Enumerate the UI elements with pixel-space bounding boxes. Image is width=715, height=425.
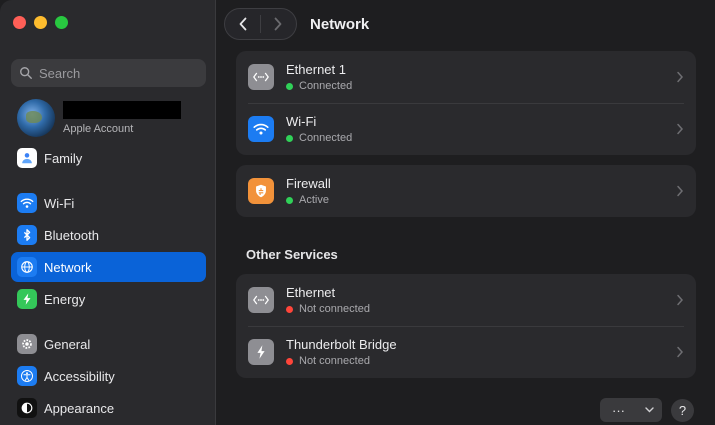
firewall-icon <box>248 178 274 204</box>
search-icon <box>20 67 32 79</box>
apple-account[interactable]: Apple Account <box>17 99 181 137</box>
sidebar-item-family[interactable]: Family <box>11 143 206 173</box>
appearance-icon <box>17 398 37 418</box>
sidebar: Search Apple Account Family Wi-Fi Blueto… <box>0 0 216 425</box>
status-dot <box>286 82 293 90</box>
help-button[interactable]: ? <box>671 399 694 422</box>
chevron-right-icon <box>275 17 282 31</box>
sidebar-item-label: Accessibility <box>44 368 115 384</box>
forward-button[interactable] <box>261 9 296 39</box>
page-title: Network <box>310 15 370 33</box>
chevron-left-icon <box>239 17 246 31</box>
globe-icon <box>17 257 37 277</box>
service-row-firewall[interactable]: Firewall Active <box>236 165 696 217</box>
account-subtitle: Apple Account <box>63 123 134 135</box>
search-field[interactable]: Search <box>11 59 206 87</box>
bluetooth-icon <box>17 225 37 245</box>
chevron-right-icon <box>677 123 684 135</box>
toolbar: Network <box>224 8 369 40</box>
sidebar-item-label: Network <box>44 259 92 275</box>
sidebar-item-label: Bluetooth <box>44 227 99 243</box>
service-status: Active <box>299 194 329 206</box>
close-button[interactable] <box>13 16 26 29</box>
service-name: Wi-Fi <box>286 114 317 129</box>
service-status: Connected <box>299 80 353 92</box>
thunderbolt-icon <box>248 339 274 365</box>
sidebar-item-label: Family <box>44 150 83 166</box>
chevron-right-icon <box>677 71 684 83</box>
window-controls <box>13 16 68 29</box>
service-name: Ethernet 1 <box>286 62 346 77</box>
back-button[interactable] <box>225 9 260 39</box>
chevron-right-icon <box>677 346 684 358</box>
sidebar-item-label: Wi-Fi <box>44 195 75 211</box>
accessibility-icon <box>17 366 37 386</box>
chevron-right-icon <box>677 185 684 197</box>
sidebar-item-accessibility[interactable]: Accessibility <box>11 361 206 391</box>
family-icon <box>17 148 37 168</box>
more-icon: ··· <box>612 402 625 418</box>
sidebar-item-wifi[interactable]: Wi-Fi <box>11 188 206 218</box>
wifi-icon <box>17 193 37 213</box>
ethernet-icon <box>248 64 274 90</box>
ethernet-icon <box>248 287 274 313</box>
service-status: Connected <box>299 132 353 144</box>
service-row-wifi[interactable]: Wi-Fi Connected <box>236 103 696 155</box>
other-services-card: Ethernet Not connected Thunderbolt Bridg… <box>236 274 696 378</box>
service-name: Thunderbolt Bridge <box>286 337 397 352</box>
sidebar-item-network[interactable]: Network <box>11 252 206 282</box>
avatar <box>17 99 55 137</box>
service-name: Ethernet <box>286 285 336 300</box>
zoom-button[interactable] <box>55 16 68 29</box>
sidebar-item-label: Energy <box>44 291 86 307</box>
more-actions-button[interactable]: ··· <box>600 398 662 422</box>
service-status: Not connected <box>299 355 370 367</box>
service-status: Not connected <box>299 303 370 315</box>
service-name: Firewall <box>286 176 331 191</box>
chevron-down-icon <box>645 407 654 413</box>
service-row-ethernet[interactable]: Ethernet Not connected <box>236 274 696 326</box>
sidebar-item-label: General <box>44 336 91 352</box>
section-title-other-services: Other Services <box>246 247 338 262</box>
minimize-button[interactable] <box>34 16 47 29</box>
navigation-buttons <box>224 8 297 40</box>
connections-card: Ethernet 1 Connected Wi-Fi Connected <box>236 51 696 155</box>
gear-icon <box>17 334 37 354</box>
sidebar-item-bluetooth[interactable]: Bluetooth <box>11 220 206 250</box>
settings-window: Search Apple Account Family Wi-Fi Blueto… <box>0 0 715 425</box>
bolt-icon <box>17 289 37 309</box>
sidebar-item-appearance[interactable]: Appearance <box>11 393 206 423</box>
status-dot <box>286 134 293 142</box>
sidebar-item-energy[interactable]: Energy <box>11 284 206 314</box>
service-row-ethernet-1[interactable]: Ethernet 1 Connected <box>236 51 696 103</box>
firewall-card: Firewall Active <box>236 165 696 217</box>
status-dot <box>286 357 293 365</box>
wifi-icon <box>248 116 274 142</box>
status-dot <box>286 305 293 313</box>
service-row-thunderbolt-bridge[interactable]: Thunderbolt Bridge Not connected <box>236 326 696 378</box>
search-placeholder: Search <box>39 65 81 81</box>
sidebar-item-label: Appearance <box>44 400 115 416</box>
status-dot <box>286 196 293 204</box>
chevron-right-icon <box>677 294 684 306</box>
sidebar-item-general[interactable]: General <box>11 329 206 359</box>
redacted-account-name <box>63 101 181 119</box>
